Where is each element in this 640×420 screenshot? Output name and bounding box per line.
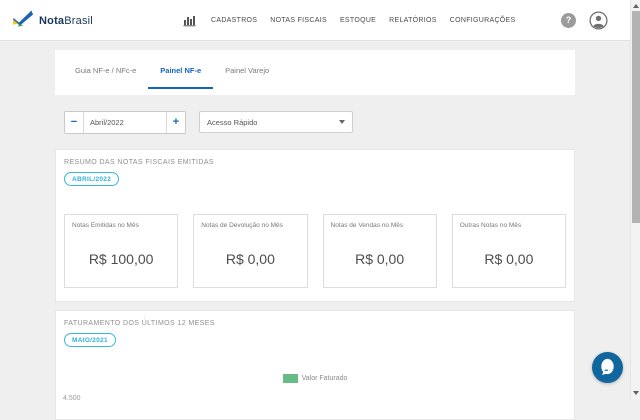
legend-label: Valor Faturado: [301, 375, 348, 382]
summary-cards: Notas Emitidas no Mês R$ 100,00 Notas de…: [64, 214, 566, 288]
card-notas-devolucao: Notas de Devolução no Mês R$ 0,00: [193, 214, 308, 288]
brand-logo[interactable]: NotaBrasil: [12, 10, 93, 32]
chevron-down-icon: [339, 120, 345, 124]
card-label: Notas Emitidas no Mês: [72, 222, 139, 229]
brand-name-bold: Nota: [39, 15, 65, 27]
legend-color-swatch: [282, 374, 298, 383]
brand-logo-icon: [12, 10, 34, 32]
card-outras-notas: Outras Notas no Mês R$ 0,00: [451, 214, 566, 288]
card-value: R$ 0,00: [484, 251, 534, 267]
filter-row: − + Acesso Rápido: [55, 95, 575, 149]
tab-guia-nfe-nfce[interactable]: Guia NF-e / NFc-e: [63, 53, 148, 89]
quick-access-value: Acesso Rápido: [207, 117, 258, 127]
quick-access-select[interactable]: Acesso Rápido: [199, 111, 353, 133]
next-month-button[interactable]: +: [167, 111, 185, 133]
nav-item-estoque[interactable]: ESTOQUE: [340, 17, 376, 24]
billing-title: FATURAMENTO DOS ÚLTIMOS 12 MESES: [64, 320, 215, 327]
nav-item-relatorios[interactable]: RELATÓRIOS: [389, 17, 437, 24]
help-icon[interactable]: ?: [561, 12, 576, 28]
card-label: Notas de Devolução no Mês: [201, 222, 283, 229]
chat-bubble-icon[interactable]: [592, 352, 623, 383]
vertical-scrollbar[interactable]: [630, 0, 640, 400]
card-label: Notas de Vendas no Mês: [330, 222, 404, 229]
main-nav: CADASTROS NOTAS FISCAIS ESTOQUE RELATÓRI…: [181, 0, 516, 40]
tab-painel-varejo[interactable]: Painel Varejo: [213, 53, 281, 89]
billing-panel: FATURAMENTO DOS ÚLTIMOS 12 MESES MAIO/20…: [55, 310, 575, 420]
user-avatar-icon[interactable]: [589, 10, 608, 30]
nav-item-configuracoes[interactable]: CONFIGURAÇÕES: [450, 17, 516, 24]
top-bar: NotaBrasil CADASTROS NOTAS FISCAIS ESTOQ…: [0, 0, 640, 41]
card-value: R$ 0,00: [355, 251, 405, 267]
card-notas-emitidas: Notas Emitidas no Mês R$ 100,00: [64, 214, 179, 288]
card-label: Outras Notas no Mês: [459, 222, 522, 229]
nav-item-notas-fiscais[interactable]: NOTAS FISCAIS: [270, 17, 327, 24]
summary-month-badge: ABRIL/2022: [64, 172, 120, 186]
nav-item-cadastros[interactable]: CADASTROS: [211, 17, 257, 24]
period-input[interactable]: [83, 111, 167, 133]
header-icons: ?: [561, 0, 608, 40]
main-content: Guia NF-e / NFc-e Painel NF-e Painel Var…: [55, 50, 575, 420]
billing-month-badge: MAIO/2021: [64, 333, 116, 347]
summary-title: RESUMO DAS NOTAS FISCAIS EMITIDAS: [64, 159, 214, 166]
brand-name: NotaBrasil: [39, 15, 93, 27]
scroll-down-arrow-icon[interactable]: [631, 387, 640, 398]
month-stepper: − +: [64, 110, 186, 134]
dashboard-chart-icon[interactable]: [181, 12, 198, 29]
tab-painel-nfe[interactable]: Painel NF-e: [148, 53, 214, 89]
previous-month-button[interactable]: −: [65, 111, 83, 133]
summary-panel: RESUMO DAS NOTAS FISCAIS EMITIDAS ABRIL/…: [55, 149, 575, 302]
brand-name-light: Brasil: [64, 15, 93, 27]
chart-y-axis-tick-label: 4.500: [63, 395, 81, 402]
card-value: R$ 100,00: [88, 251, 154, 267]
scroll-up-arrow-icon[interactable]: [631, 0, 640, 11]
card-value: R$ 0,00: [225, 251, 275, 267]
card-notas-vendas: Notas de Vendas no Mês R$ 0,00: [322, 214, 437, 288]
chart-legend: Valor Faturado: [64, 374, 566, 383]
scrollbar-thumb[interactable]: [632, 11, 640, 223]
tab-bar: Guia NF-e / NFc-e Painel NF-e Painel Var…: [55, 50, 575, 95]
